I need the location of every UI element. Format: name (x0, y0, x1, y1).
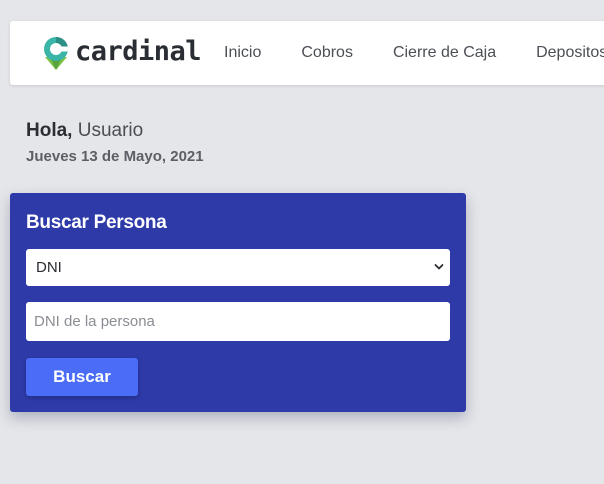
cardinal-logo-icon (44, 37, 68, 70)
top-navbar: cardinal Inicio Cobros Cierre de Caja De… (10, 21, 604, 85)
greeting-user-name: Usuario (77, 120, 144, 141)
brand[interactable]: cardinal (41, 35, 202, 71)
greeting: Hola, Usuario (26, 120, 143, 142)
search-button[interactable]: Buscar (26, 358, 138, 396)
greeting-hello: Hola, (26, 120, 73, 141)
nav-link-cierre-de-caja[interactable]: Cierre de Caja (393, 44, 496, 62)
document-type-selected: DNI (36, 259, 62, 276)
document-type-select[interactable]: DNI (26, 249, 450, 286)
card-title: Buscar Persona (26, 212, 167, 233)
main-nav: Inicio Cobros Cierre de Caja Depositos (224, 21, 604, 85)
document-number-input[interactable] (26, 302, 450, 341)
current-date: Jueves 13 de Mayo, 2021 (26, 148, 204, 165)
search-person-card: Buscar Persona DNI Buscar (10, 193, 466, 412)
nav-link-inicio[interactable]: Inicio (224, 44, 261, 62)
brand-name: cardinal (75, 35, 202, 67)
nav-link-depositos[interactable]: Depositos (536, 44, 604, 62)
chevron-down-icon (434, 264, 444, 270)
nav-link-cobros[interactable]: Cobros (301, 44, 353, 62)
